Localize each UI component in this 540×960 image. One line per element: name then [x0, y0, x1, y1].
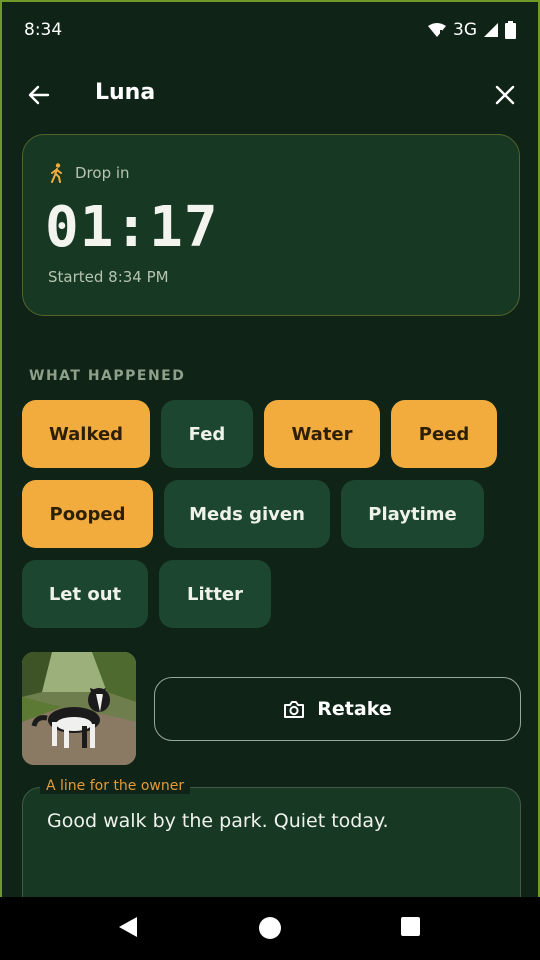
signal-icon — [484, 23, 498, 37]
chip-water[interactable]: Water — [264, 400, 380, 468]
page-title: Luna — [95, 80, 156, 105]
visit-photo-thumbnail[interactable] — [22, 652, 136, 765]
retake-label: Retake — [317, 698, 392, 720]
retake-photo-button[interactable]: Retake — [154, 677, 521, 741]
close-icon — [495, 85, 515, 105]
status-bar: 8:34 3G — [24, 18, 516, 42]
elapsed-timer: 01:17 — [45, 195, 219, 260]
visit-type-label: Drop in — [75, 164, 130, 182]
owner-note-field[interactable]: Good walk by the park. Quiet today. — [22, 787, 521, 897]
chip-walked[interactable]: Walked — [22, 400, 150, 468]
chip-let-out[interactable]: Let out — [22, 560, 148, 628]
visit-type-row: Drop in — [49, 163, 130, 183]
chip-label: Let out — [48, 583, 122, 605]
wifi-icon — [428, 23, 446, 37]
chip-litter[interactable]: Litter — [159, 560, 271, 628]
back-button[interactable] — [24, 80, 54, 110]
chip-label: Water — [291, 423, 353, 445]
chip-playtime[interactable]: Playtime — [341, 480, 484, 548]
chip-label: Fed — [188, 423, 226, 445]
chip-fed[interactable]: Fed — [161, 400, 253, 468]
chip-peed[interactable]: Peed — [391, 400, 497, 468]
camera-icon — [284, 701, 305, 718]
start-time-text: Started 8:34 PM — [48, 268, 169, 286]
chip-pooped[interactable]: Pooped — [22, 480, 153, 548]
status-time: 8:34 — [24, 20, 63, 40]
status-icons: 3G — [427, 20, 516, 40]
nav-back-icon[interactable] — [117, 916, 139, 938]
app-bar: Luna — [2, 72, 538, 116]
network-type: 3G — [453, 20, 477, 40]
owner-note-label: A line for the owner — [40, 778, 191, 794]
close-button[interactable] — [490, 80, 520, 110]
chip-label: Walked — [48, 423, 124, 445]
chip-label: Litter — [187, 583, 243, 605]
chip-label: Meds given — [189, 503, 305, 525]
chip-label: Peed — [418, 423, 470, 445]
system-navigation-bar — [0, 897, 540, 960]
chip-meds-given[interactable]: Meds given — [164, 480, 330, 548]
chip-label: Pooped — [49, 503, 126, 525]
arrow-left-icon — [28, 85, 50, 105]
dog-photo — [22, 652, 136, 765]
nav-recents-icon[interactable] — [401, 917, 420, 936]
battery-icon — [505, 21, 516, 39]
nav-home-icon[interactable] — [259, 917, 281, 939]
walking-person-icon — [51, 163, 62, 183]
app-screen: 8:34 3G Luna Drop in 01:17 Started 8:34 … — [0, 0, 540, 897]
visit-timer-card: Drop in 01:17 Started 8:34 PM — [22, 134, 520, 316]
owner-note-text: Good walk by the park. Quiet today. — [47, 810, 389, 832]
activities-section-label: WHAT HAPPENED — [29, 368, 186, 384]
chip-label: Playtime — [368, 503, 457, 525]
